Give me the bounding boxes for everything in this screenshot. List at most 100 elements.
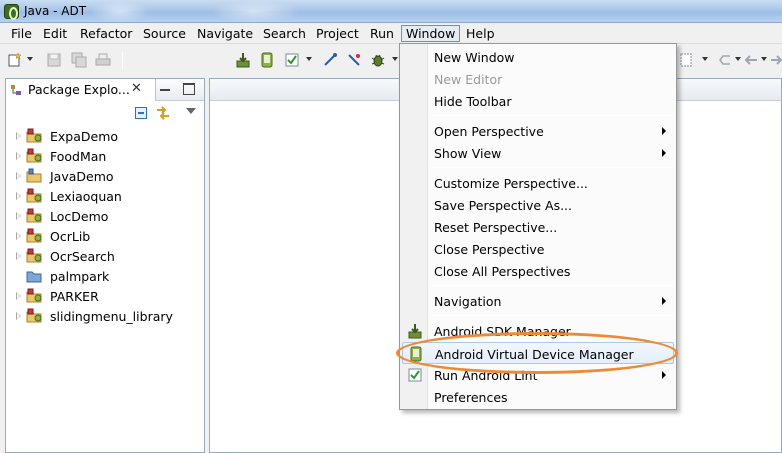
menu-window[interactable]: Window bbox=[401, 25, 461, 42]
back-dropdown-arrow-icon[interactable] bbox=[761, 57, 767, 61]
save-icon[interactable] bbox=[46, 52, 62, 68]
sdk-manager-icon[interactable] bbox=[235, 52, 251, 68]
close-icon[interactable]: ✕ bbox=[131, 81, 142, 96]
menu-item-hide-toolbar[interactable]: Hide Toolbar bbox=[402, 90, 674, 112]
new-dropdown-arrow-icon[interactable] bbox=[27, 57, 33, 61]
expand-arrow-icon[interactable] bbox=[16, 132, 21, 140]
menu-item-new-editor: New Editor bbox=[402, 68, 674, 90]
submenu-arrow-icon bbox=[662, 371, 666, 379]
tree-item-palmpark[interactable]: palmpark bbox=[6, 266, 204, 286]
tree-item-parker[interactable]: PARKER bbox=[6, 286, 204, 306]
lint-dropdown-arrow-icon[interactable] bbox=[306, 57, 312, 61]
forward-arrow-icon[interactable] bbox=[769, 52, 782, 68]
menu-bar: File Edit Refactor Source Navigate Searc… bbox=[0, 23, 782, 44]
expand-arrow-icon[interactable] bbox=[16, 292, 21, 300]
menu-item-preferences[interactable]: Preferences bbox=[402, 386, 674, 408]
menu-item-reset-perspective[interactable]: Reset Perspective... bbox=[402, 216, 674, 238]
title-bar: Java - ADT bbox=[0, 0, 782, 23]
tree-item-label: OcrSearch bbox=[50, 249, 115, 264]
title-decoration bbox=[210, 0, 300, 23]
tree-item-label: Lexiaoquan bbox=[50, 189, 122, 204]
tab-package-explorer[interactable]: Package Explo... ✕ bbox=[6, 79, 156, 101]
menu-item-close-all-perspectives[interactable]: Close All Perspectives bbox=[402, 260, 674, 282]
tree-item-ocrlib[interactable]: OcrLib bbox=[6, 226, 204, 246]
menu-separator bbox=[430, 285, 674, 286]
toolbar-separator bbox=[122, 52, 123, 69]
menu-item-label: Save Perspective As... bbox=[434, 198, 573, 213]
lint-check-icon bbox=[408, 368, 422, 382]
menu-navigate[interactable]: Navigate bbox=[193, 25, 257, 42]
link-with-editor-icon[interactable] bbox=[155, 106, 171, 120]
tree-item-lexiaoquan[interactable]: Lexiaoquan bbox=[6, 186, 204, 206]
collapse-all-icon[interactable] bbox=[135, 107, 147, 119]
expand-arrow-icon[interactable] bbox=[16, 232, 21, 240]
tree-item-locdemo[interactable]: LocDemo bbox=[6, 206, 204, 226]
menu-item-close-perspective[interactable]: Close Perspective bbox=[402, 238, 674, 260]
tree-item-expademo[interactable]: ExpaDemo bbox=[6, 126, 204, 146]
minimize-icon[interactable] bbox=[159, 83, 171, 95]
expand-arrow-icon[interactable] bbox=[16, 312, 21, 320]
expand-arrow-icon[interactable] bbox=[16, 152, 21, 160]
android-project-icon bbox=[26, 288, 42, 303]
menu-edit[interactable]: Edit bbox=[39, 25, 71, 42]
expand-arrow-icon[interactable] bbox=[16, 192, 21, 200]
lint-check-icon[interactable] bbox=[284, 52, 300, 68]
submenu-arrow-icon bbox=[662, 149, 666, 157]
menu-item-label: Show View bbox=[434, 146, 502, 161]
package-explorer-toolbar bbox=[6, 102, 204, 124]
save-all-icon[interactable] bbox=[71, 52, 87, 68]
view-menu-icon[interactable] bbox=[186, 108, 196, 114]
last-edit-dropdown-arrow-icon[interactable] bbox=[735, 57, 741, 61]
tab-label: Package Explo... bbox=[28, 82, 130, 97]
maximize-icon[interactable] bbox=[183, 83, 195, 95]
menu-separator bbox=[430, 115, 674, 116]
menu-item-label: Navigation bbox=[434, 294, 502, 309]
android-test-project-icon[interactable] bbox=[346, 52, 362, 68]
menu-item-navigation[interactable]: Navigation bbox=[402, 290, 674, 312]
expand-arrow-icon[interactable] bbox=[16, 212, 21, 220]
menu-item-open-perspective[interactable]: Open Perspective bbox=[402, 120, 674, 142]
annotation-dropdown-arrow-icon[interactable] bbox=[702, 57, 708, 61]
menu-item-label: New Editor bbox=[434, 72, 503, 87]
tree-item-label: PARKER bbox=[50, 289, 99, 304]
menu-item-label: Hide Toolbar bbox=[434, 94, 512, 109]
tree-item-label: JavaDemo bbox=[50, 169, 114, 184]
debug-icon[interactable] bbox=[370, 52, 386, 68]
tree-item-javademo[interactable]: JavaDemo bbox=[6, 166, 204, 186]
tree-item-label: slidingmenu_library bbox=[50, 309, 173, 324]
new-wizard-icon[interactable] bbox=[7, 52, 23, 68]
menu-help[interactable]: Help bbox=[462, 25, 499, 42]
menu-file[interactable]: File bbox=[7, 25, 36, 42]
menu-source[interactable]: Source bbox=[139, 25, 190, 42]
menu-run[interactable]: Run bbox=[366, 25, 398, 42]
menu-item-new-window[interactable]: New Window bbox=[402, 46, 674, 68]
android-project-icon bbox=[26, 208, 42, 223]
tree-item-ocrsearch[interactable]: OcrSearch bbox=[6, 246, 204, 266]
menu-item-show-view[interactable]: Show View bbox=[402, 142, 674, 164]
menu-item-label: Reset Perspective... bbox=[434, 220, 558, 235]
new-android-project-icon[interactable] bbox=[322, 52, 338, 68]
expand-arrow-icon[interactable] bbox=[16, 172, 21, 180]
menu-search[interactable]: Search bbox=[259, 25, 310, 42]
tree-item-slidingmenu_library[interactable]: slidingmenu_library bbox=[6, 306, 204, 326]
menu-separator bbox=[430, 315, 674, 316]
menu-item-label: Customize Perspective... bbox=[434, 176, 588, 191]
menu-item-label: Open Perspective bbox=[434, 124, 544, 139]
menu-item-customize-perspective[interactable]: Customize Perspective... bbox=[402, 172, 674, 194]
package-explorer-icon bbox=[11, 85, 21, 95]
menu-project[interactable]: Project bbox=[312, 25, 363, 42]
avd-manager-icon[interactable] bbox=[259, 52, 275, 68]
highlight-annotation-ellipse bbox=[396, 332, 678, 374]
print-icon[interactable] bbox=[95, 52, 111, 68]
menu-separator bbox=[430, 167, 674, 168]
menu-item-save-perspective-as[interactable]: Save Perspective As... bbox=[402, 194, 674, 216]
android-project-icon bbox=[26, 308, 42, 323]
annotation-nav-icon[interactable] bbox=[679, 52, 695, 68]
menu-refactor[interactable]: Refactor bbox=[76, 25, 136, 42]
debug-dropdown-arrow-icon[interactable] bbox=[392, 57, 398, 61]
last-edit-location-icon[interactable] bbox=[717, 52, 733, 68]
tree-item-foodman[interactable]: FoodMan bbox=[6, 146, 204, 166]
expand-arrow-icon[interactable] bbox=[16, 252, 21, 260]
back-arrow-icon[interactable] bbox=[743, 52, 759, 68]
menu-item-label: Close Perspective bbox=[434, 242, 545, 257]
